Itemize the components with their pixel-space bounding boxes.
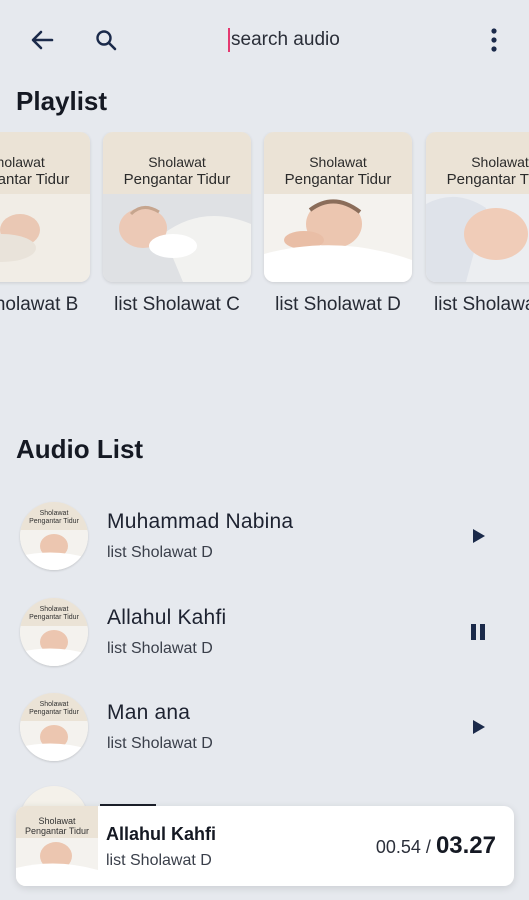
play-icon[interactable] bbox=[460, 709, 496, 745]
audio-list-item[interactable]: Sholawat Pengantar Tidur Allahul Kahfi li… bbox=[0, 588, 529, 676]
audio-title: Allahul Kahfi bbox=[107, 606, 227, 629]
mini-player[interactable]: Sholawat Pengantar Tidur Allahul Kahfi li… bbox=[16, 806, 514, 886]
playlist-cover: SholawatPengantar Tidur bbox=[264, 132, 412, 282]
player-time: 00.54 / 03.27 bbox=[376, 832, 496, 860]
playlist-card[interactable]: Sholawat Pengantar Tidur list Sholawat D bbox=[264, 132, 412, 316]
cover-title-line2: Pengantar Tidur bbox=[446, 171, 529, 188]
cover-title-line1: Sholawat bbox=[148, 154, 206, 170]
search-field[interactable] bbox=[228, 26, 448, 54]
total-time: 03.27 bbox=[435, 832, 496, 859]
cover-title-line2: Pengantar Tidur bbox=[284, 171, 392, 188]
sleeping-baby-image bbox=[103, 194, 251, 282]
sleeping-baby-image bbox=[20, 530, 88, 570]
playlist-cover: SholawatPengantar Tidur bbox=[426, 132, 529, 282]
audio-cover-avatar: Sholawat Pengantar Tidur bbox=[20, 693, 88, 761]
play-icon[interactable] bbox=[460, 518, 496, 554]
player-title: Allahul Kahfi bbox=[106, 824, 217, 844]
audio-subtitle: list Sholawat D bbox=[107, 544, 213, 561]
cover-title-line2: Pengantar Tidur bbox=[0, 171, 70, 188]
text-caret bbox=[228, 28, 230, 52]
audio-title: Muhammad Nabina bbox=[107, 510, 294, 533]
cover-title-line1: Sholawat bbox=[471, 154, 529, 170]
playlist-carousel[interactable]: SholawatPengantar Tidur list Sholawat B … bbox=[0, 132, 529, 322]
playlist-card-label: list Sholawat C bbox=[114, 294, 240, 315]
avatar-title-line1: Sholawat bbox=[39, 701, 69, 708]
audio-cover-avatar: Sholawat Pengantar Tidur bbox=[20, 598, 88, 666]
sleeping-baby-image bbox=[264, 194, 412, 282]
audio-subtitle: list Sholawat D bbox=[107, 640, 213, 657]
audio-list-item[interactable]: Sholawat Pengantar Tidur Man ana list Sho… bbox=[0, 683, 529, 771]
pause-icon[interactable] bbox=[460, 614, 496, 650]
audio-cover-avatar: Sholawat Pengantar Tidur bbox=[20, 502, 88, 570]
sleeping-baby-image bbox=[20, 721, 88, 761]
avatar-title-line2: Pengantar Tidur bbox=[29, 518, 79, 525]
back-arrow-icon[interactable] bbox=[24, 22, 60, 58]
sleeping-baby-image bbox=[20, 626, 88, 666]
playlist-card-label: list Sholawat E bbox=[434, 294, 529, 315]
sleeping-baby-image bbox=[426, 194, 529, 282]
search-icon[interactable] bbox=[88, 22, 124, 58]
playlist-card-label: list Sholawat D bbox=[275, 294, 401, 315]
avatar-title-line2: Pengantar Tidur bbox=[29, 614, 79, 621]
sleeping-baby-image bbox=[0, 194, 90, 282]
player-cover-line1: Sholawat bbox=[38, 816, 76, 826]
time-separator: / bbox=[425, 837, 431, 857]
playlist-card[interactable]: SholawatPengantar Tidur list Sholawat B bbox=[0, 132, 90, 316]
audio-subtitle: list Sholawat D bbox=[107, 735, 213, 752]
search-input[interactable] bbox=[231, 29, 431, 51]
cover-title-line1: Sholawat bbox=[0, 154, 45, 170]
cover-title-line2: Pengantar Tidur bbox=[123, 171, 231, 188]
player-cover: Sholawat Pengantar Tidur bbox=[16, 806, 98, 886]
player-subtitle: list Sholawat D bbox=[106, 852, 212, 869]
playlist-card[interactable]: Sholawat Pengantar Tidur list Sholawat C bbox=[103, 132, 251, 316]
top-app-bar bbox=[0, 0, 529, 80]
playlist-heading: Playlist bbox=[16, 86, 108, 116]
avatar-title-line2: Pengantar Tidur bbox=[29, 709, 79, 716]
playlist-cover: SholawatPengantar Tidur bbox=[0, 132, 90, 282]
current-time: 00.54 bbox=[375, 837, 421, 857]
avatar-title-line1: Sholawat bbox=[39, 606, 69, 613]
audio-list-heading: Audio List bbox=[16, 434, 144, 464]
avatar-title-line1: Sholawat bbox=[39, 510, 69, 517]
more-options-icon[interactable] bbox=[478, 22, 510, 58]
playlist-card-label: list Sholawat B bbox=[0, 294, 79, 315]
cover-title-line1: Sholawat bbox=[309, 154, 367, 170]
player-cover-line2: Pengantar Tidur bbox=[24, 826, 90, 836]
playlist-card[interactable]: SholawatPengantar Tidur list Sholawat E bbox=[426, 132, 529, 316]
playlist-cover: SholawatPengantar Tidur bbox=[103, 132, 251, 282]
sleeping-baby-image bbox=[16, 838, 98, 886]
audio-title: Man ana bbox=[107, 701, 191, 724]
audio-list-item[interactable]: Sholawat Pengantar Tidur Muhammad Nabina … bbox=[0, 492, 529, 580]
